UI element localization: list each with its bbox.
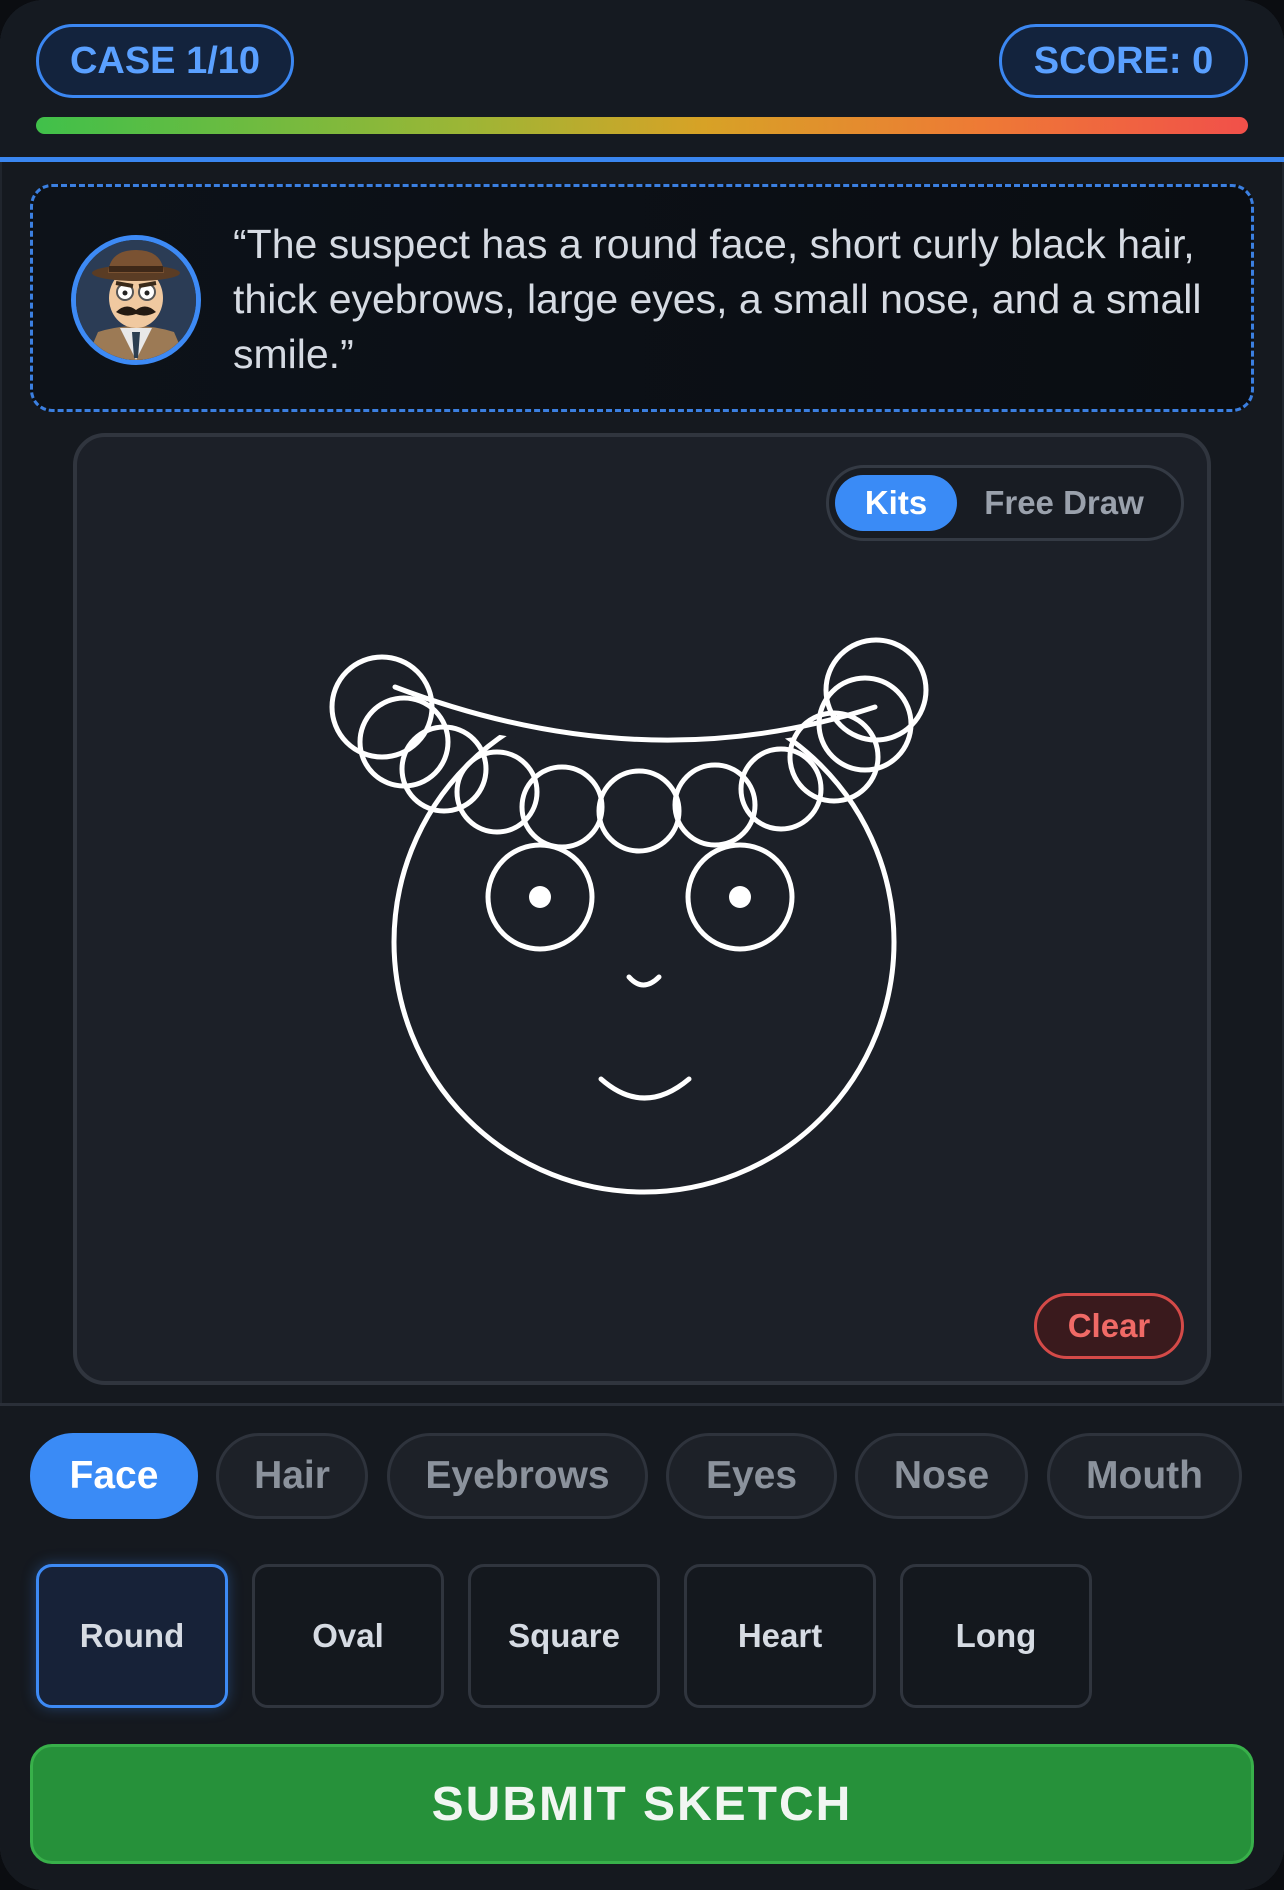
- tab-face[interactable]: Face: [30, 1433, 198, 1519]
- clear-button[interactable]: Clear: [1034, 1293, 1184, 1359]
- timer-progress-fill: [36, 117, 1248, 134]
- tab-eyebrows[interactable]: Eyebrows: [387, 1433, 648, 1519]
- tab-nose[interactable]: Nose: [855, 1433, 1028, 1519]
- witness-statement-box: “The suspect has a round face, short cur…: [30, 184, 1254, 412]
- face-option-round[interactable]: Round: [36, 1564, 228, 1708]
- case-counter: CASE 1/10: [36, 24, 294, 98]
- sketch-mouth-smile: [598, 1076, 692, 1101]
- sketch-nose-small: [626, 974, 662, 988]
- face-option-oval[interactable]: Oval: [252, 1564, 444, 1708]
- face-option-long[interactable]: Long: [900, 1564, 1092, 1708]
- face-option-square[interactable]: Square: [468, 1564, 660, 1708]
- game-screen: CASE 1/10 SCORE: 0 “The suspect has a ro…: [0, 0, 1284, 1890]
- sketch-canvas[interactable]: Kits Free Draw Clear: [73, 433, 1211, 1385]
- witness-quote-text: “The suspect has a round face, short cur…: [233, 221, 1202, 377]
- suspect-sketch: [329, 637, 929, 1195]
- face-option-heart[interactable]: Heart: [684, 1564, 876, 1708]
- controls-panel: Face Hair Eyebrows Eyes Nose Mouth Round…: [0, 1403, 1284, 1890]
- submit-sketch-button[interactable]: SUBMIT SKETCH: [30, 1744, 1254, 1864]
- detective-avatar-icon: [71, 235, 201, 365]
- tab-eyes[interactable]: Eyes: [666, 1433, 837, 1519]
- header-bar: CASE 1/10 SCORE: 0: [0, 0, 1284, 162]
- score-display: SCORE: 0: [999, 24, 1248, 98]
- timer-progress-bar: [36, 117, 1248, 134]
- tab-hair[interactable]: Hair: [216, 1433, 368, 1519]
- tab-mouth[interactable]: Mouth: [1047, 1433, 1242, 1519]
